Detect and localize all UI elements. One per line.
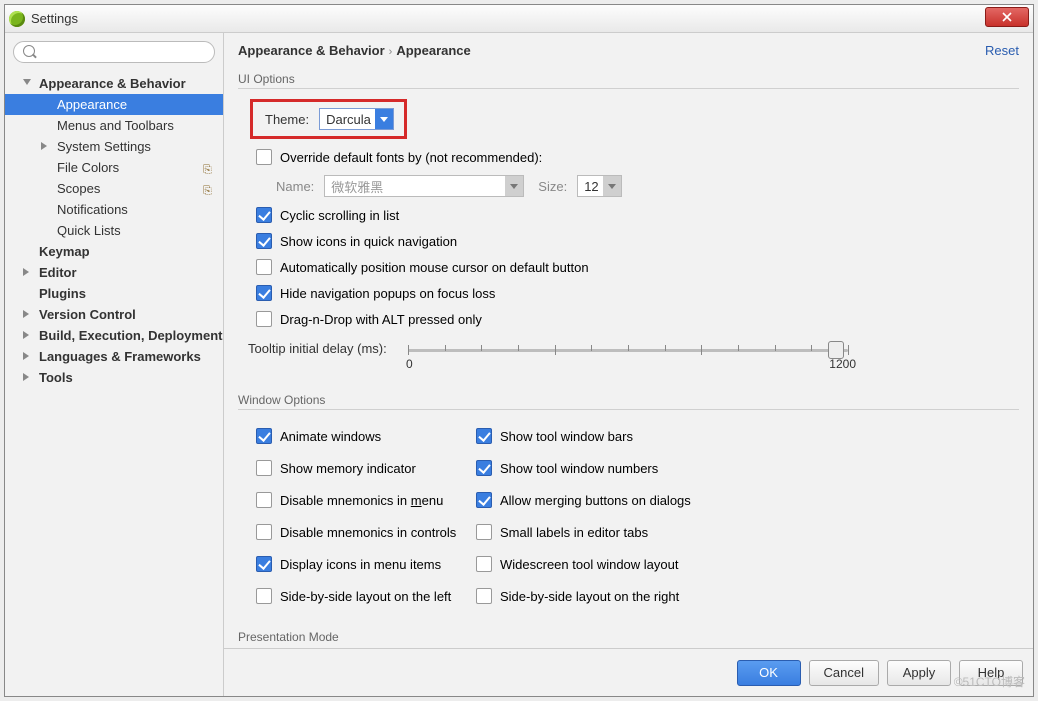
winopt-checkbox[interactable] [476,556,492,572]
scope-tag-icon: ⎘ [203,160,215,174]
sidebar-item-scopes[interactable]: Scopes⎘ [5,178,223,199]
winopt-checkbox[interactable] [256,588,272,604]
tooltip-delay-slider[interactable]: 0 1200 [408,341,848,371]
dialog-footer: OK Cancel Apply Help [224,648,1033,696]
chevron-down-icon [505,176,523,196]
font-size-label: Size: [538,179,567,194]
cyclic-checkbox[interactable] [256,207,272,223]
crumb-leaf: Appearance [396,43,470,58]
winopt-checkbox[interactable] [476,428,492,444]
search-wrap [5,33,223,69]
window-title: Settings [31,11,78,26]
dndalt-checkbox[interactable] [256,311,272,327]
sidebar-item-tools[interactable]: Tools [5,367,223,388]
scope-tag-icon: ⎘ [203,181,215,195]
sidebar-item-version-control[interactable]: Version Control [5,304,223,325]
winopt-checkbox[interactable] [476,524,492,540]
apply-button[interactable]: Apply [887,660,951,686]
winopt-checkbox[interactable] [256,492,272,508]
chevron-down-icon [603,176,621,196]
chevron-right-icon [23,373,29,381]
window-options-title: Window Options [238,393,1019,407]
close-button[interactable] [985,7,1029,27]
chevron-down-icon [23,79,31,85]
sidebar-item-menus-and-toolbars[interactable]: Menus and Toolbars [5,115,223,136]
presentation-title: Presentation Mode [238,630,1019,644]
font-name-label: Name: [276,179,314,194]
content-area: UI Options Theme: Darcula Override defau… [224,66,1033,648]
sidebar-item-plugins[interactable]: Plugins [5,283,223,304]
chevron-right-icon [23,331,29,339]
chevron-right-icon [23,310,29,318]
winopt-checkbox[interactable] [256,460,272,476]
sidebar-item-notifications[interactable]: Notifications [5,199,223,220]
sidebar-item-quick-lists[interactable]: Quick Lists [5,220,223,241]
nav-tree: Appearance & BehaviorAppearanceMenus and… [5,69,223,388]
close-icon [1002,12,1012,22]
hidenav-checkbox[interactable] [256,285,272,301]
winopt-checkbox[interactable] [256,524,272,540]
divider [238,409,1019,410]
sidebar-item-languages-frameworks[interactable]: Languages & Frameworks [5,346,223,367]
chevron-right-icon [23,352,29,360]
theme-select[interactable]: Darcula [319,108,394,130]
automouse-checkbox[interactable] [256,259,272,275]
crumb-root: Appearance & Behavior [238,43,385,58]
sidebar-item-appearance[interactable]: Appearance [5,94,223,115]
main-panel: Appearance & Behavior › Appearance Reset… [224,33,1033,696]
chevron-right-icon [23,268,29,276]
divider [238,88,1019,89]
override-fonts-label: Override default fonts by (not recommend… [280,150,542,165]
tooltip-delay-row: Tooltip initial delay (ms): 0 1200 [248,341,1019,371]
crumb-sep: › [389,46,393,58]
sidebar-item-system-settings[interactable]: System Settings [5,136,223,157]
font-size-select[interactable]: 12 [577,175,621,197]
app-icon [9,11,25,27]
settings-window: Settings Appearance & BehaviorAppearance… [4,4,1034,697]
quicknav-checkbox[interactable] [256,233,272,249]
ui-options-title: UI Options [238,72,1019,86]
sidebar-item-appearance-behavior[interactable]: Appearance & Behavior [5,73,223,94]
font-name-select[interactable]: 微软雅黑 [324,175,524,197]
search-input[interactable] [13,41,215,63]
breadcrumb: Appearance & Behavior › Appearance Reset [224,33,1033,66]
sidebar: Appearance & BehaviorAppearanceMenus and… [5,33,224,696]
chevron-right-icon [41,142,47,150]
theme-highlight: Theme: Darcula [250,99,407,139]
winopt-checkbox[interactable] [256,428,272,444]
winopt-checkbox[interactable] [476,588,492,604]
winopt-checkbox[interactable] [256,556,272,572]
chevron-down-icon [375,109,393,129]
window-options-grid: Animate windowsShow tool window barsShow… [256,420,1019,612]
cancel-button[interactable]: Cancel [809,660,879,686]
sidebar-item-build-execution-deployment[interactable]: Build, Execution, Deployment [5,325,223,346]
help-button[interactable]: Help [959,660,1023,686]
reset-link[interactable]: Reset [985,43,1019,58]
sidebar-item-editor[interactable]: Editor [5,262,223,283]
winopt-checkbox[interactable] [476,460,492,476]
theme-label: Theme: [265,112,309,127]
sidebar-item-keymap[interactable]: Keymap [5,241,223,262]
override-fonts-checkbox[interactable] [256,149,272,165]
sidebar-item-file-colors[interactable]: File Colors⎘ [5,157,223,178]
ok-button[interactable]: OK [737,660,801,686]
winopt-checkbox[interactable] [476,492,492,508]
titlebar: Settings [5,5,1033,33]
